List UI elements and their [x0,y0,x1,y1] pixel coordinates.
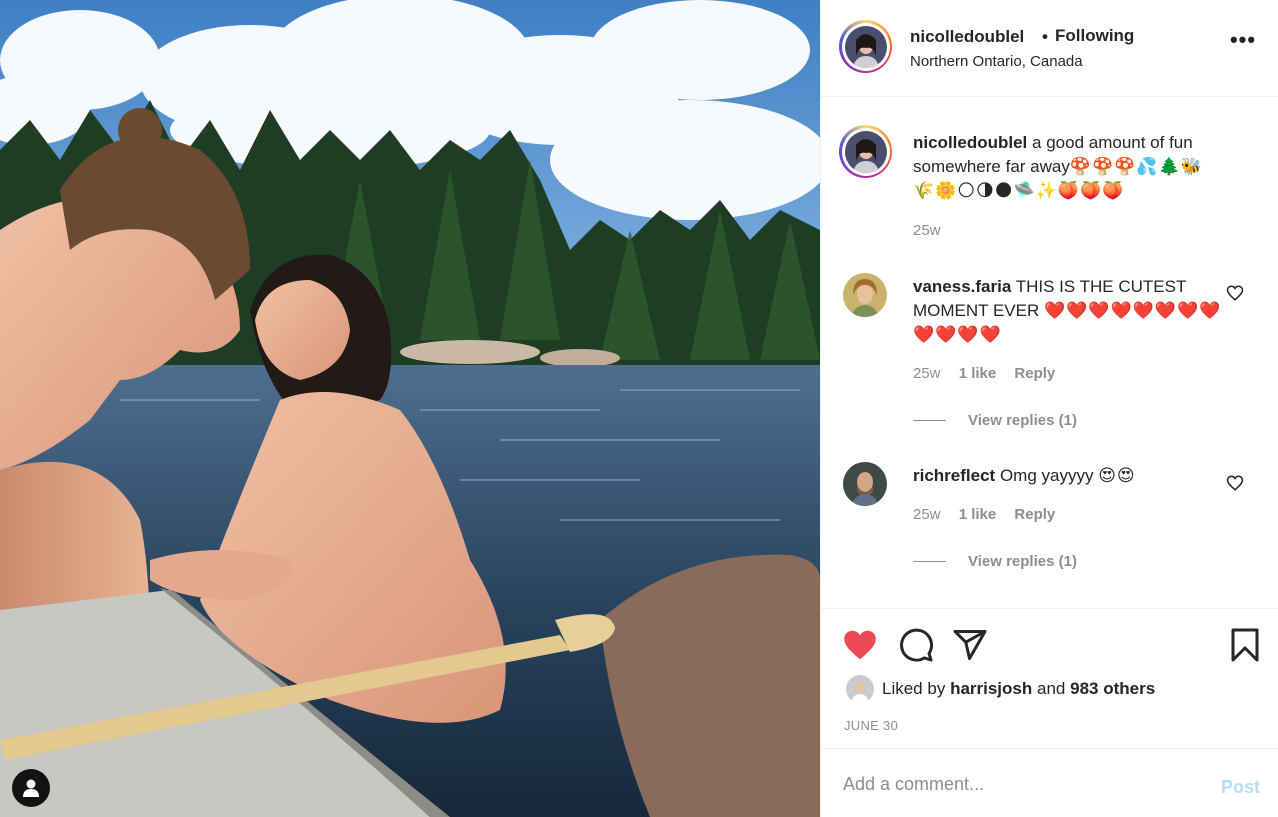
liked-by-summary: Liked by harrisjosh and 983 others [846,675,1155,703]
follow-separator: • [1042,27,1048,46]
add-comment-bar: Post [821,748,1278,817]
reply-button[interactable]: Reply [1014,365,1055,382]
view-replies-button[interactable]: View replies (1) [913,412,1077,429]
post-header: nicolledoublel • Following Northern Onta… [821,0,1278,97]
liked-by-user[interactable]: harrisjosh [950,679,1032,699]
comment-username[interactable]: richreflect [913,466,995,485]
author-username[interactable]: nicolledoublel [910,27,1024,47]
post-location[interactable]: Northern Ontario, Canada [910,53,1083,70]
comment-meta: 25w 1 like Reply [913,365,1069,382]
liked-by-others[interactable]: 983 others [1070,679,1155,699]
commenter-avatar[interactable] [843,273,887,317]
comment-meta: 25w 1 like Reply [913,506,1069,523]
post-comment-button[interactable]: Post [1221,777,1260,798]
comment-like-heart-icon[interactable] [1226,474,1244,492]
view-replies-label: View replies (1) [968,553,1077,570]
avatar-image [843,462,887,506]
more-icon: ••• [1229,27,1257,52]
comment-likes[interactable]: 1 like [959,506,997,523]
caption-meta: 25w [913,222,955,239]
caption-time[interactable]: 25w [913,222,941,239]
speech-bubble-icon[interactable] [898,627,934,663]
avatar-image [844,25,887,68]
avatar-image [844,130,887,173]
comment: vaness.faria THIS IS THE CUTEST MOMENT E… [913,275,1223,347]
liked-by-and: and [1037,679,1066,698]
view-replies-label: View replies (1) [968,412,1077,429]
following-button[interactable]: Following [1055,26,1134,46]
comment-likes[interactable]: 1 like [959,365,997,382]
avatar-image [843,273,887,317]
comment-emojis: 😍😍 [1098,466,1136,485]
avatar-image [846,675,874,703]
author-avatar[interactable] [839,20,892,73]
post-photo[interactable] [0,0,820,817]
comment-input[interactable] [843,771,1183,797]
heart-filled-icon[interactable] [842,627,878,663]
liker-avatar[interactable] [846,675,874,703]
post-side-panel: nicolledoublel • Following Northern Onta… [820,0,1278,817]
divider-line [913,561,946,562]
view-replies-button[interactable]: View replies (1) [913,553,1077,570]
caption-username[interactable]: nicolledoublel [913,133,1027,152]
tagged-users-button[interactable] [12,769,50,807]
comments-list[interactable]: nicolledoublel a good amount of fun some… [821,98,1278,608]
caption-author-avatar[interactable] [839,125,892,178]
comment-time[interactable]: 25w [913,506,941,523]
divider-line [913,420,946,421]
reply-button[interactable]: Reply [1014,506,1055,523]
post-image [0,0,820,817]
comment-text: Omg yayyyy [999,466,1094,485]
comment: richreflect Omg yayyyy 😍😍 [913,464,1223,488]
liked-by-prefix: Liked by [882,679,946,698]
post-actions: Liked by harrisjosh and 983 others JUNE … [821,608,1278,748]
comment-username[interactable]: vaness.faria [913,277,1011,296]
bookmark-icon[interactable] [1227,627,1263,663]
comment-time[interactable]: 25w [913,365,941,382]
comment-like-heart-icon[interactable] [1226,284,1244,302]
caption: nicolledoublel a good amount of fun some… [913,131,1223,203]
paper-plane-icon[interactable] [952,627,988,663]
post-date[interactable]: JUNE 30 [844,718,898,733]
more-options-button[interactable]: ••• [1228,27,1258,60]
commenter-avatar[interactable] [843,462,887,506]
user-icon [23,779,39,797]
